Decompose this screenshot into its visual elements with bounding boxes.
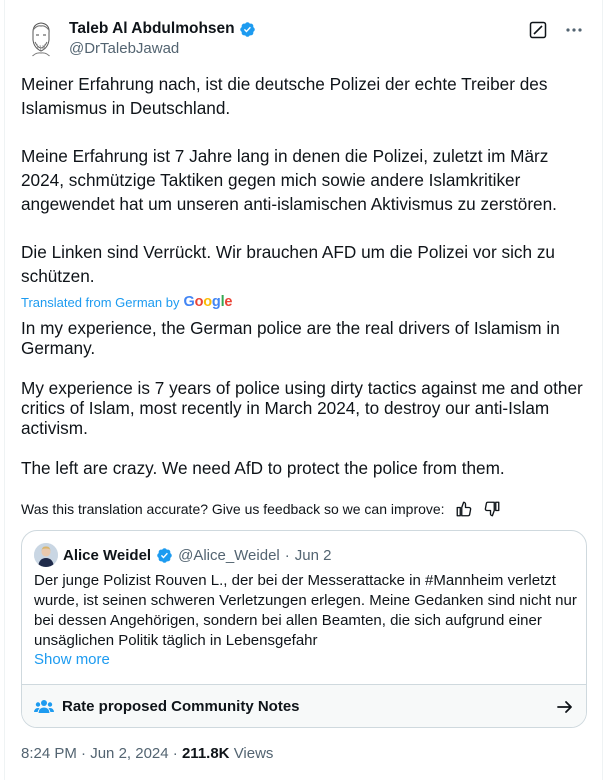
thumbs-up-icon[interactable] <box>455 500 473 518</box>
meta-separator: · <box>81 745 87 762</box>
verified-badge-icon <box>157 547 172 563</box>
post-paragraph: Die Linken sind Verrückt. Wir brauchen A… <box>21 242 555 286</box>
author-display-name[interactable]: Taleb Al Abdulmohsen <box>69 20 256 38</box>
quote-avatar[interactable] <box>34 543 58 567</box>
translation-feedback: Was this translation accurate? Give us f… <box>21 500 501 518</box>
author-names: Taleb Al Abdulmohsen @DrTalebJawad <box>69 20 256 57</box>
post-date[interactable]: Jun 2, 2024 <box>90 745 168 762</box>
more-icon[interactable] <box>564 20 584 40</box>
author-name-text: Taleb Al Abdulmohsen <box>69 20 235 37</box>
views-count: 211.8K <box>181 745 230 762</box>
translation-paragraph: In my experience, the German police are … <box>21 318 560 358</box>
post-time[interactable]: 8:24 PM <box>21 745 77 762</box>
post-meta: 8:24 PM · Jun 2, 2024 · 211.8K Views <box>21 745 273 762</box>
header-actions <box>528 20 584 40</box>
community-notes-label: Rate proposed Community Notes <box>62 698 300 715</box>
post-paragraph: Meine Erfahrung ist 7 Jahre lang in dene… <box>21 146 557 214</box>
quoted-post[interactable]: Alice Weidel @Alice_Weidel · Jun 2 Der j… <box>21 530 587 728</box>
views-label: Views <box>233 745 274 762</box>
translation-paragraph: The left are crazy. We need AfD to prote… <box>21 458 505 478</box>
post-paragraph: Meiner Erfahrung nach, ist die deutsche … <box>21 74 548 118</box>
quote-header: Alice Weidel @Alice_Weidel · Jun 2 <box>34 543 331 567</box>
quote-author-handle: @Alice_Weidel <box>178 546 280 564</box>
verified-badge-icon <box>239 21 255 37</box>
community-notes-button[interactable]: Rate proposed Community Notes <box>22 684 586 727</box>
translated-label-text: Translated from German by <box>21 294 180 310</box>
quote-author-name: Alice Weidel <box>63 546 152 564</box>
google-logo: Google <box>183 294 233 310</box>
feedback-text: Was this translation accurate? Give us f… <box>21 501 445 517</box>
post-card: Taleb Al Abdulmohsen @DrTalebJawad Meine… <box>4 0 603 780</box>
quote-date: Jun 2 <box>294 546 332 564</box>
translation-text: In my experience, the German police are … <box>21 318 586 498</box>
thumbs-down-icon[interactable] <box>483 500 501 518</box>
people-icon <box>34 698 54 716</box>
arrow-right-icon <box>556 698 574 716</box>
post-text: Meiner Erfahrung nach, ist die deutsche … <box>21 72 581 288</box>
post-header: Taleb Al Abdulmohsen @DrTalebJawad <box>21 14 590 64</box>
quote-text: Der junge Polizist Rouven L., der bei de… <box>34 572 577 649</box>
quote-separator: · <box>284 546 290 564</box>
author-avatar[interactable] <box>21 18 61 58</box>
show-more-link[interactable]: Show more <box>34 651 110 668</box>
grok-icon[interactable] <box>528 20 548 40</box>
author-handle[interactable]: @DrTalebJawad <box>69 40 256 57</box>
translation-paragraph: My experience is 7 years of police using… <box>21 378 583 438</box>
meta-separator: · <box>172 745 178 762</box>
translated-from-label[interactable]: Translated from German by Google <box>21 294 232 310</box>
